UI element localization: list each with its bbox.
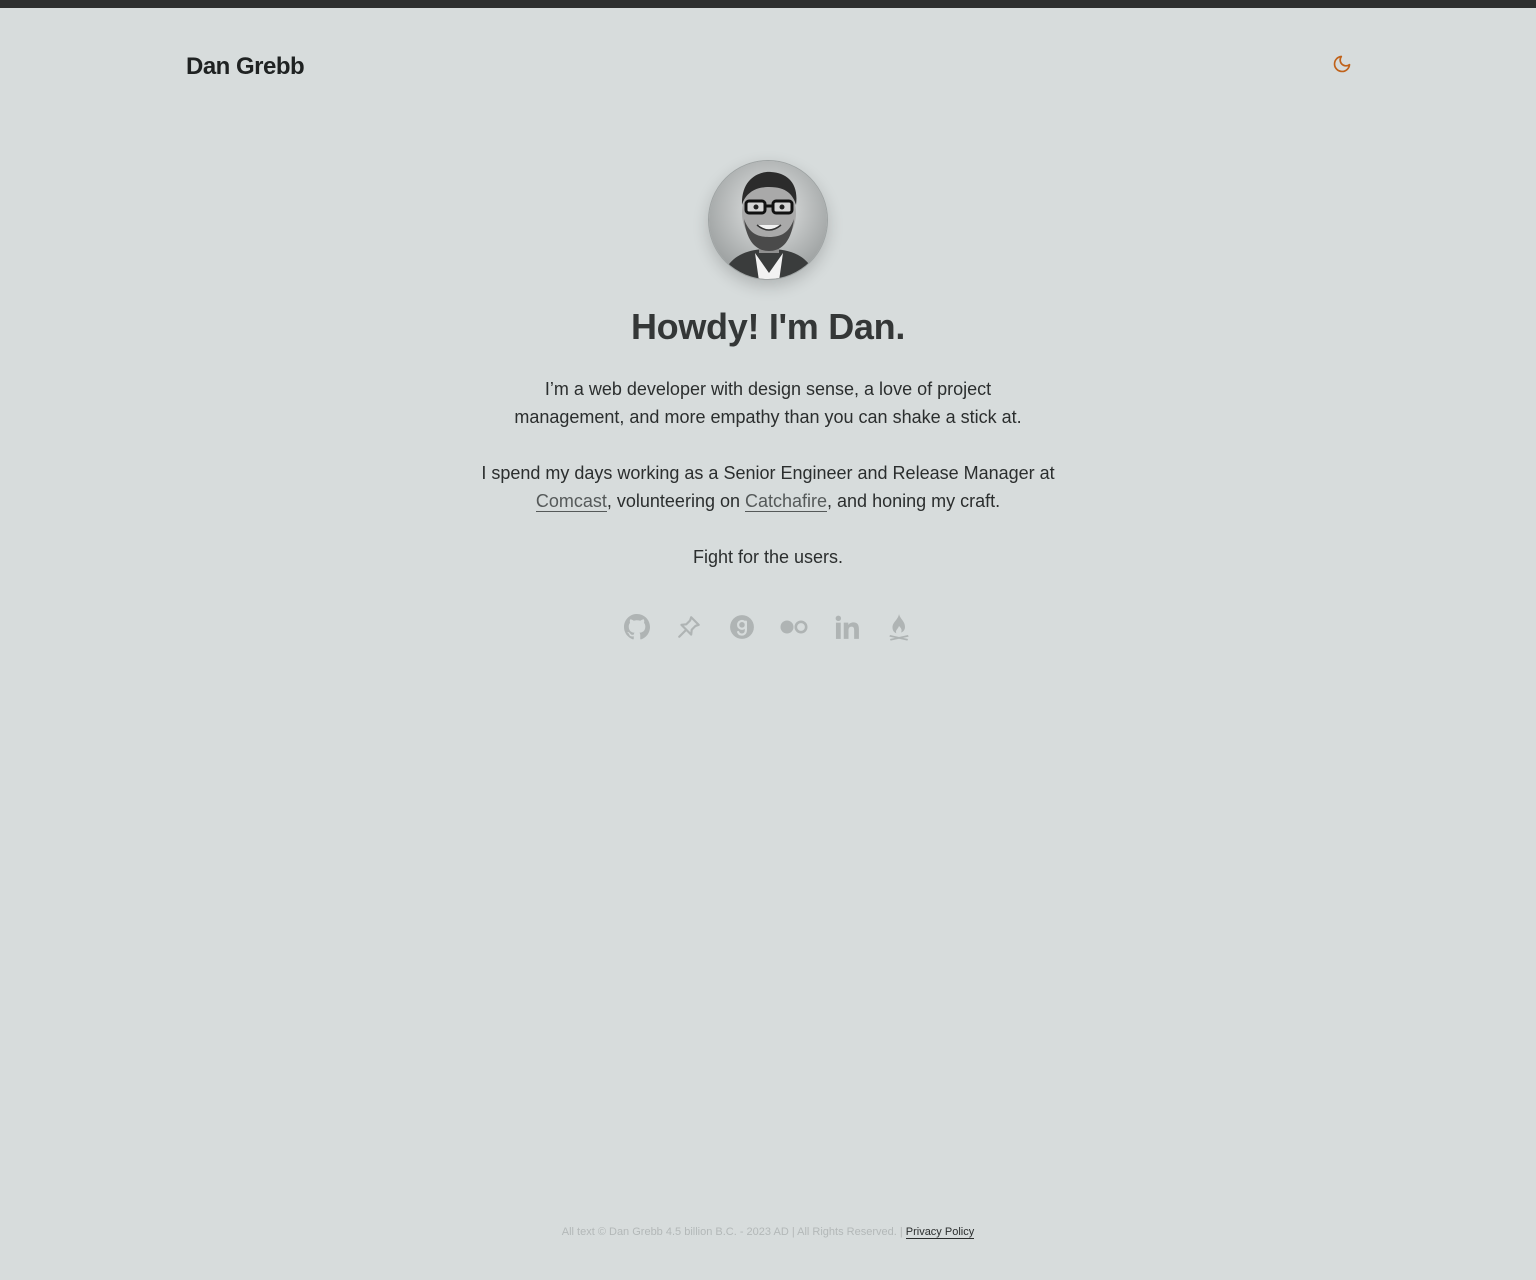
catchafire-link[interactable]: Catchafire (744, 491, 828, 512)
github-link[interactable] (622, 612, 652, 642)
comcast-link[interactable]: Comcast (535, 491, 607, 512)
goodreads-icon (729, 615, 754, 639)
theme-toggle-button[interactable] (1332, 54, 1352, 74)
moon-icon (1333, 55, 1351, 73)
flickr-link[interactable] (779, 612, 809, 642)
pinboard-icon (678, 616, 701, 638)
pinboard-link[interactable] (674, 612, 704, 642)
github-icon (624, 614, 650, 640)
copyright-text: All text © Dan Grebb 4.5 billion B.C. - … (561, 1226, 906, 1238)
work-text-middle: , volunteering on (606, 491, 745, 511)
site-title-link[interactable]: Dan Grebb (186, 53, 305, 81)
linkedin-link[interactable] (832, 612, 862, 642)
tagline: Fight for the users. (692, 547, 844, 567)
campfire-icon (889, 614, 909, 641)
intro-paragraph: I’m a web developer with design sense, a… (514, 379, 1022, 427)
work-text-suffix: , and honing my craft. (827, 491, 1001, 511)
social-links (622, 612, 914, 642)
work-paragraph: I spend my days working as a Senior Engi… (468, 459, 1068, 515)
flickr-icon (780, 620, 808, 634)
privacy-policy-link[interactable]: Privacy Policy (905, 1226, 975, 1239)
work-text-prefix: I spend my days working as a Senior Engi… (481, 463, 1055, 483)
site-footer: All text © Dan Grebb 4.5 billion B.C. - … (0, 1226, 1536, 1239)
avatar (708, 160, 828, 280)
goodreads-link[interactable] (727, 612, 757, 642)
profile-photo (709, 161, 827, 279)
linkedin-icon (835, 615, 859, 639)
campfire-link[interactable] (884, 612, 914, 642)
site-header: Dan Grebb (186, 50, 1352, 84)
top-bar (0, 0, 1536, 8)
page-heading: Howdy! I'm Dan. (630, 306, 906, 347)
